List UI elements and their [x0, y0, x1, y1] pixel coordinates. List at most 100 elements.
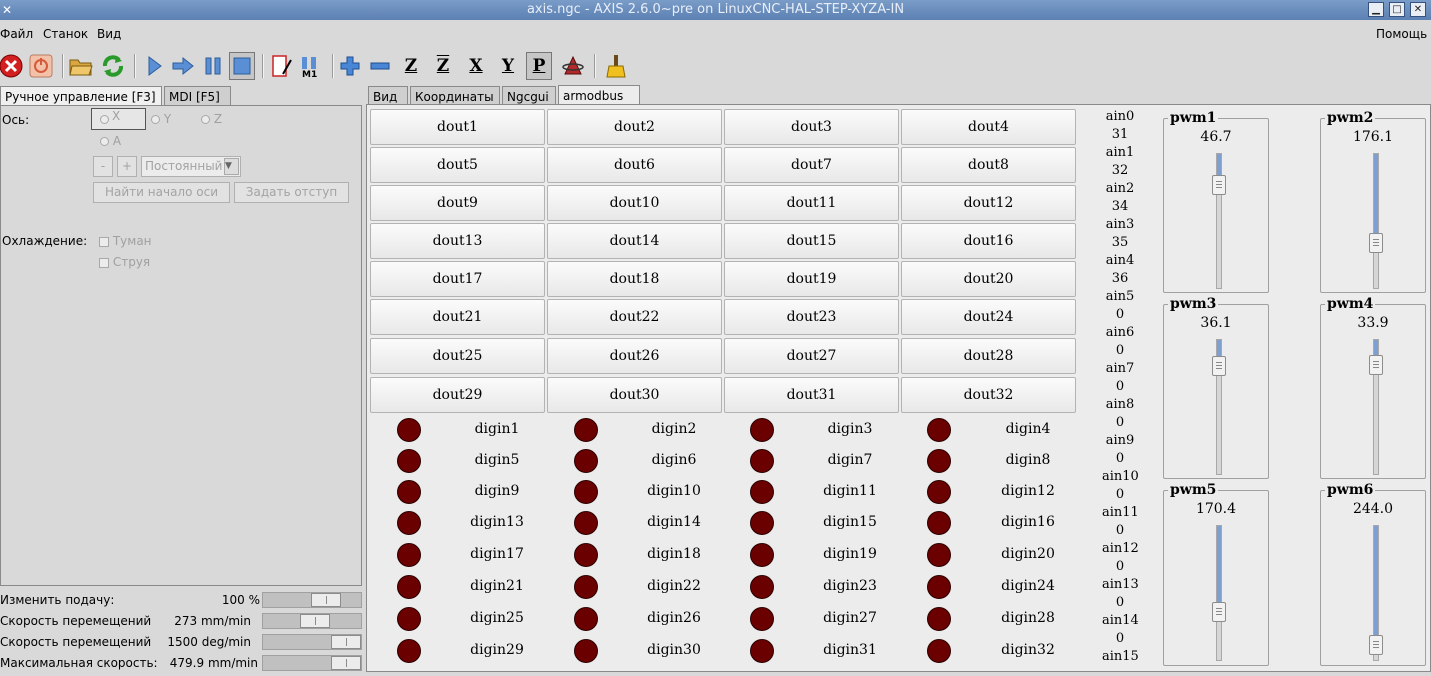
dout-button[interactable]: dout12	[901, 185, 1076, 221]
dout-button[interactable]: dout16	[901, 223, 1076, 259]
run-button[interactable]	[141, 52, 167, 80]
menu-help[interactable]: Помощь	[1376, 27, 1427, 41]
close-button[interactable]: ✕	[1410, 2, 1426, 17]
power-button[interactable]	[28, 52, 54, 80]
dout-button[interactable]: dout30	[547, 377, 722, 413]
tab-view[interactable]: Вид	[368, 86, 408, 106]
dout-button[interactable]: dout11	[724, 185, 899, 221]
dout-button[interactable]: dout27	[724, 338, 899, 374]
pwm-slider[interactable]	[1212, 153, 1226, 289]
digin-label: digin26	[647, 610, 701, 626]
speed-slider[interactable]	[262, 592, 362, 608]
speed-slider[interactable]	[262, 655, 362, 671]
mist-checkbox[interactable]: Туман	[99, 234, 152, 248]
estop-button[interactable]	[0, 52, 24, 80]
pause-button[interactable]	[200, 52, 226, 80]
pwm-slider-thumb[interactable]	[1212, 356, 1226, 376]
flood-checkbox[interactable]: Струя	[99, 255, 150, 269]
pwm-slider[interactable]	[1212, 525, 1226, 661]
pwm-group: pwm4 33.9	[1320, 296, 1426, 479]
axis-z-radio[interactable]: Z	[201, 112, 222, 126]
view-p-button[interactable]: P	[526, 52, 552, 80]
dout-button[interactable]: dout9	[370, 185, 545, 221]
jog-minus-button[interactable]: -	[93, 156, 113, 177]
pwm-slider[interactable]	[1369, 339, 1383, 475]
dout-button[interactable]: dout28	[901, 338, 1076, 374]
dout-button[interactable]: dout3	[724, 109, 899, 145]
dout-button[interactable]: dout10	[547, 185, 722, 221]
pwm-slider[interactable]	[1212, 339, 1226, 475]
slider-thumb[interactable]	[331, 635, 361, 649]
dout-button[interactable]: dout2	[547, 109, 722, 145]
jog-plus-button[interactable]: +	[117, 156, 137, 177]
dout-button[interactable]: dout25	[370, 338, 545, 374]
step-button[interactable]	[170, 52, 196, 80]
tab-manual[interactable]: Ручное управление [F3]	[0, 86, 162, 107]
dout-button[interactable]: dout32	[901, 377, 1076, 413]
clear-live-plot-button[interactable]	[603, 52, 629, 80]
axis-x-radio[interactable]: X	[91, 108, 146, 130]
open-file-button[interactable]	[68, 52, 94, 80]
dout-button[interactable]: dout23	[724, 299, 899, 335]
dout-button[interactable]: dout14	[547, 223, 722, 259]
stop-button[interactable]	[229, 52, 255, 80]
dout-button[interactable]: dout19	[724, 261, 899, 297]
zoom-out-button[interactable]	[367, 52, 393, 80]
radio-icon	[151, 115, 160, 124]
pwm-slider-thumb[interactable]	[1369, 635, 1383, 655]
pwm-slider-thumb[interactable]	[1369, 233, 1383, 253]
dout-button[interactable]: dout13	[370, 223, 545, 259]
status-led-icon	[574, 418, 598, 442]
block-delete-button[interactable]	[268, 52, 294, 80]
slider-thumb[interactable]	[311, 593, 341, 607]
rotate-button[interactable]	[560, 52, 586, 80]
dout-button[interactable]: dout22	[547, 299, 722, 335]
maximize-button[interactable]: □	[1389, 2, 1405, 17]
pwm-slider-thumb[interactable]	[1369, 355, 1383, 375]
home-axis-button[interactable]: Найти начало оси	[93, 182, 230, 203]
dout-button[interactable]: dout31	[724, 377, 899, 413]
tab-ngcgui[interactable]: Ngcgui	[502, 86, 556, 106]
tab-mdi[interactable]: MDI [F5]	[164, 86, 231, 106]
axis-a-radio[interactable]: A	[100, 134, 121, 148]
speed-slider[interactable]	[262, 634, 362, 650]
menu-machine[interactable]: Станок	[43, 27, 88, 41]
zoom-in-button[interactable]	[337, 52, 363, 80]
dout-button[interactable]: dout7	[724, 147, 899, 183]
dout-button[interactable]: dout18	[547, 261, 722, 297]
dout-button[interactable]: dout20	[901, 261, 1076, 297]
dout-button[interactable]: dout29	[370, 377, 545, 413]
pwm-slider-thumb[interactable]	[1212, 175, 1226, 195]
dout-button[interactable]: dout17	[370, 261, 545, 297]
menu-file[interactable]: Файл	[0, 27, 33, 41]
pwm-slider[interactable]	[1369, 153, 1383, 289]
view-y-button[interactable]: Y	[495, 52, 521, 80]
slider-thumb[interactable]	[331, 656, 361, 670]
status-led-icon	[750, 449, 774, 473]
dout-button[interactable]: dout8	[901, 147, 1076, 183]
tab-armodbus[interactable]: armodbus	[558, 85, 640, 106]
axis-y-radio[interactable]: Y	[151, 112, 171, 126]
dout-button[interactable]: dout4	[901, 109, 1076, 145]
pwm-slider-thumb[interactable]	[1212, 602, 1226, 622]
view-z2-button[interactable]: Z	[430, 52, 456, 80]
dout-button[interactable]: dout15	[724, 223, 899, 259]
optional-stop-button[interactable]: M1	[298, 52, 324, 80]
minimize-button[interactable]: ▁	[1368, 2, 1384, 17]
dout-button[interactable]: dout6	[547, 147, 722, 183]
reload-button[interactable]	[100, 52, 126, 80]
touch-off-button[interactable]: Задать отступ	[234, 182, 349, 203]
view-z-button[interactable]: Z	[398, 52, 424, 80]
dout-button[interactable]: dout5	[370, 147, 545, 183]
jog-mode-select[interactable]: Постоянный ▼	[141, 156, 241, 177]
slider-thumb[interactable]	[300, 614, 330, 628]
dout-button[interactable]: dout1	[370, 109, 545, 145]
menu-view[interactable]: Вид	[97, 27, 121, 41]
view-x-button[interactable]: X	[463, 52, 489, 80]
speed-slider[interactable]	[262, 613, 362, 629]
tab-coordinates[interactable]: Координаты	[410, 86, 500, 106]
dout-button[interactable]: dout21	[370, 299, 545, 335]
pwm-slider[interactable]	[1369, 525, 1383, 661]
dout-button[interactable]: dout24	[901, 299, 1076, 335]
dout-button[interactable]: dout26	[547, 338, 722, 374]
